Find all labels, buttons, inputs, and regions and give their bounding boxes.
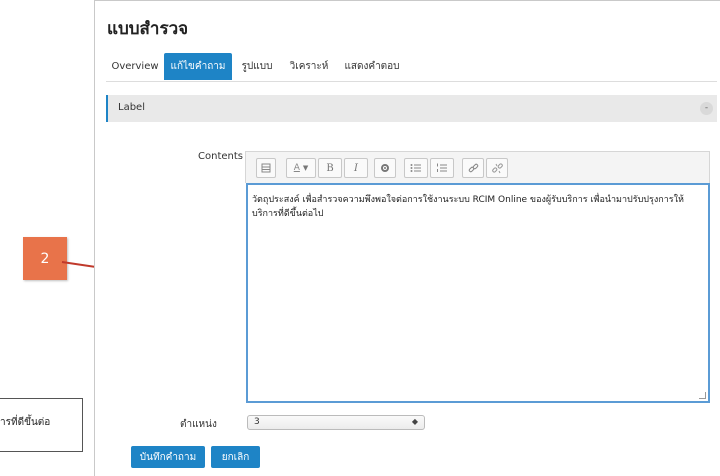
position-select[interactable]: 3 ◆ xyxy=(247,415,425,430)
tab-format[interactable]: รูปแบบ xyxy=(236,53,278,80)
snippet-text: การที่ดีขึ้นต่อ xyxy=(0,417,51,428)
contents-text[interactable]: วัตถุประสงค์ เพื่อสำรวจความพึงพอใจต่อการ… xyxy=(252,193,702,221)
link-icon[interactable] xyxy=(462,158,484,178)
section-label: Label xyxy=(118,102,145,113)
font-color-icon[interactable]: A ▼ xyxy=(286,158,316,178)
tab-overview[interactable]: Overview xyxy=(108,53,162,80)
collapse-icon[interactable]: - xyxy=(700,102,713,115)
tab-edit-questions[interactable]: แก้ไขคำถาม xyxy=(164,53,232,80)
position-label: ตำแหน่ง xyxy=(180,419,217,430)
select-caret-icon: ◆ xyxy=(411,417,418,426)
settings-icon[interactable] xyxy=(374,158,396,178)
label-section-header[interactable]: Label - xyxy=(106,95,717,122)
bold-icon[interactable]: B xyxy=(318,158,342,178)
cancel-button[interactable]: ยกเลิก xyxy=(211,446,260,468)
page-title: แบบสำรวจ xyxy=(107,19,189,39)
tab-show-answers[interactable]: แสดงคำตอบ xyxy=(340,53,404,80)
contents-editor[interactable]: วัตถุประสงค์ เพื่อสำรวจความพึงพอใจต่อการ… xyxy=(246,183,710,403)
italic-icon[interactable]: I xyxy=(344,158,368,178)
toolbar-toggle-icon[interactable] xyxy=(256,158,276,178)
position-value: 3 xyxy=(254,417,260,427)
numbered-list-icon[interactable] xyxy=(430,158,454,178)
tab-bar: Overview แก้ไขคำถาม รูปแบบ วิเคราะห์ แสด… xyxy=(106,53,717,82)
unlink-icon[interactable] xyxy=(486,158,508,178)
tab-analyze[interactable]: วิเคราะห์ xyxy=(282,53,336,80)
contents-label: Contents xyxy=(198,151,243,162)
snippet-box: การที่ดีขึ้นต่อ xyxy=(0,398,83,452)
resize-handle-icon[interactable] xyxy=(699,392,706,399)
bullet-list-icon[interactable] xyxy=(404,158,428,178)
save-question-button[interactable]: บันทึกคำถาม xyxy=(131,446,205,468)
editor-toolbar: A ▼ B I xyxy=(245,151,710,183)
